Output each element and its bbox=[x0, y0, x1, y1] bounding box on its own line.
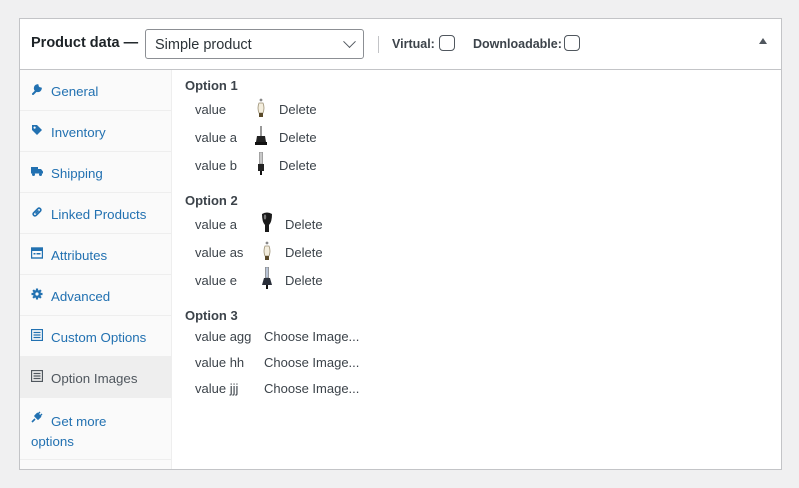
product-data-tabs: General Inventory Shipping Linked Produc… bbox=[20, 70, 172, 469]
lamp-base-icon[interactable] bbox=[254, 124, 268, 148]
option-value-label: value jjj bbox=[195, 381, 239, 396]
chevron-down-icon bbox=[343, 35, 356, 49]
link-icon bbox=[32, 207, 42, 217]
tab-label: Custom Options bbox=[51, 330, 147, 345]
tab-label: Advanced bbox=[51, 289, 111, 304]
option-value-label: value as bbox=[195, 245, 244, 260]
tab-option-images[interactable]: Option Images bbox=[20, 357, 171, 398]
gear-icon bbox=[31, 288, 43, 300]
option-title: Option 2 bbox=[185, 193, 238, 208]
downloadable-checkbox[interactable] bbox=[564, 35, 580, 51]
option-value-label: value agg bbox=[195, 329, 252, 344]
delete-image-link[interactable]: Delete bbox=[285, 273, 323, 288]
product-type-value: Simple product bbox=[155, 37, 252, 53]
tab-label: Linked Products bbox=[51, 207, 147, 222]
option-value-label: value a bbox=[195, 130, 237, 145]
choose-image-link[interactable]: Choose Image... bbox=[264, 381, 359, 396]
truck-icon bbox=[31, 167, 43, 176]
tab-label: Option Images bbox=[51, 371, 138, 386]
tab-linked-products[interactable]: Linked Products bbox=[20, 193, 171, 234]
option-value-label: value e bbox=[195, 273, 237, 288]
list-icon bbox=[31, 329, 43, 341]
product-data-panel: Product data — Simple product Virtual: D… bbox=[19, 18, 782, 470]
delete-image-link[interactable]: Delete bbox=[279, 130, 317, 145]
delete-image-link[interactable]: Delete bbox=[279, 158, 317, 173]
lamp-tube-icon[interactable] bbox=[254, 152, 268, 176]
wrench-icon bbox=[32, 84, 42, 95]
choose-image-link[interactable]: Choose Image... bbox=[264, 355, 359, 370]
table-icon bbox=[31, 247, 43, 259]
bulb-icon[interactable] bbox=[254, 96, 268, 120]
tab-label: Get more options bbox=[31, 414, 107, 449]
tab-shipping[interactable]: Shipping bbox=[20, 152, 171, 193]
delete-image-link[interactable]: Delete bbox=[279, 102, 317, 117]
list-icon bbox=[31, 370, 43, 382]
tab-label: Inventory bbox=[51, 125, 106, 140]
product-data-title: Product data — bbox=[31, 35, 139, 51]
tab-label: Attributes bbox=[51, 248, 108, 263]
delete-image-link[interactable]: Delete bbox=[285, 245, 323, 260]
tab-inventory[interactable]: Inventory bbox=[20, 111, 171, 152]
tag-icon bbox=[32, 125, 42, 135]
tab-label: General bbox=[51, 84, 99, 99]
option-value-label: value hh bbox=[195, 355, 245, 370]
bulb-icon[interactable] bbox=[260, 239, 274, 263]
virtual-checkbox[interactable] bbox=[439, 35, 455, 51]
tab-attributes[interactable]: Attributes bbox=[20, 234, 171, 275]
choose-image-link[interactable]: Choose Image... bbox=[264, 329, 359, 344]
collapse-arrow-icon[interactable] bbox=[759, 38, 767, 44]
tab-get-more-options[interactable]: Get more options bbox=[20, 398, 171, 460]
option-value-label: value a bbox=[195, 217, 237, 232]
product-type-select[interactable]: Simple product bbox=[145, 29, 364, 59]
option-title: Option 3 bbox=[185, 308, 238, 323]
option-value-label: value bbox=[195, 102, 227, 117]
tab-custom-options[interactable]: Custom Options bbox=[20, 316, 171, 357]
lamp-dark-icon[interactable] bbox=[260, 211, 274, 235]
product-data-header: Product data — Simple product Virtual: D… bbox=[20, 19, 781, 70]
tab-label: Shipping bbox=[51, 166, 103, 181]
delete-image-link[interactable]: Delete bbox=[285, 217, 323, 232]
option-images-content: Option 1 value Delete value a Delete val… bbox=[173, 70, 781, 469]
virtual-label: Virtual: bbox=[392, 37, 435, 51]
tab-advanced[interactable]: Advanced bbox=[20, 275, 171, 316]
lamp-tube-icon[interactable] bbox=[260, 267, 274, 291]
downloadable-label: Downloadable: bbox=[473, 37, 562, 51]
option-value-label: value b bbox=[195, 158, 237, 173]
option-title: Option 1 bbox=[185, 78, 238, 93]
header-divider bbox=[378, 36, 379, 53]
tab-general[interactable]: General bbox=[20, 70, 171, 111]
